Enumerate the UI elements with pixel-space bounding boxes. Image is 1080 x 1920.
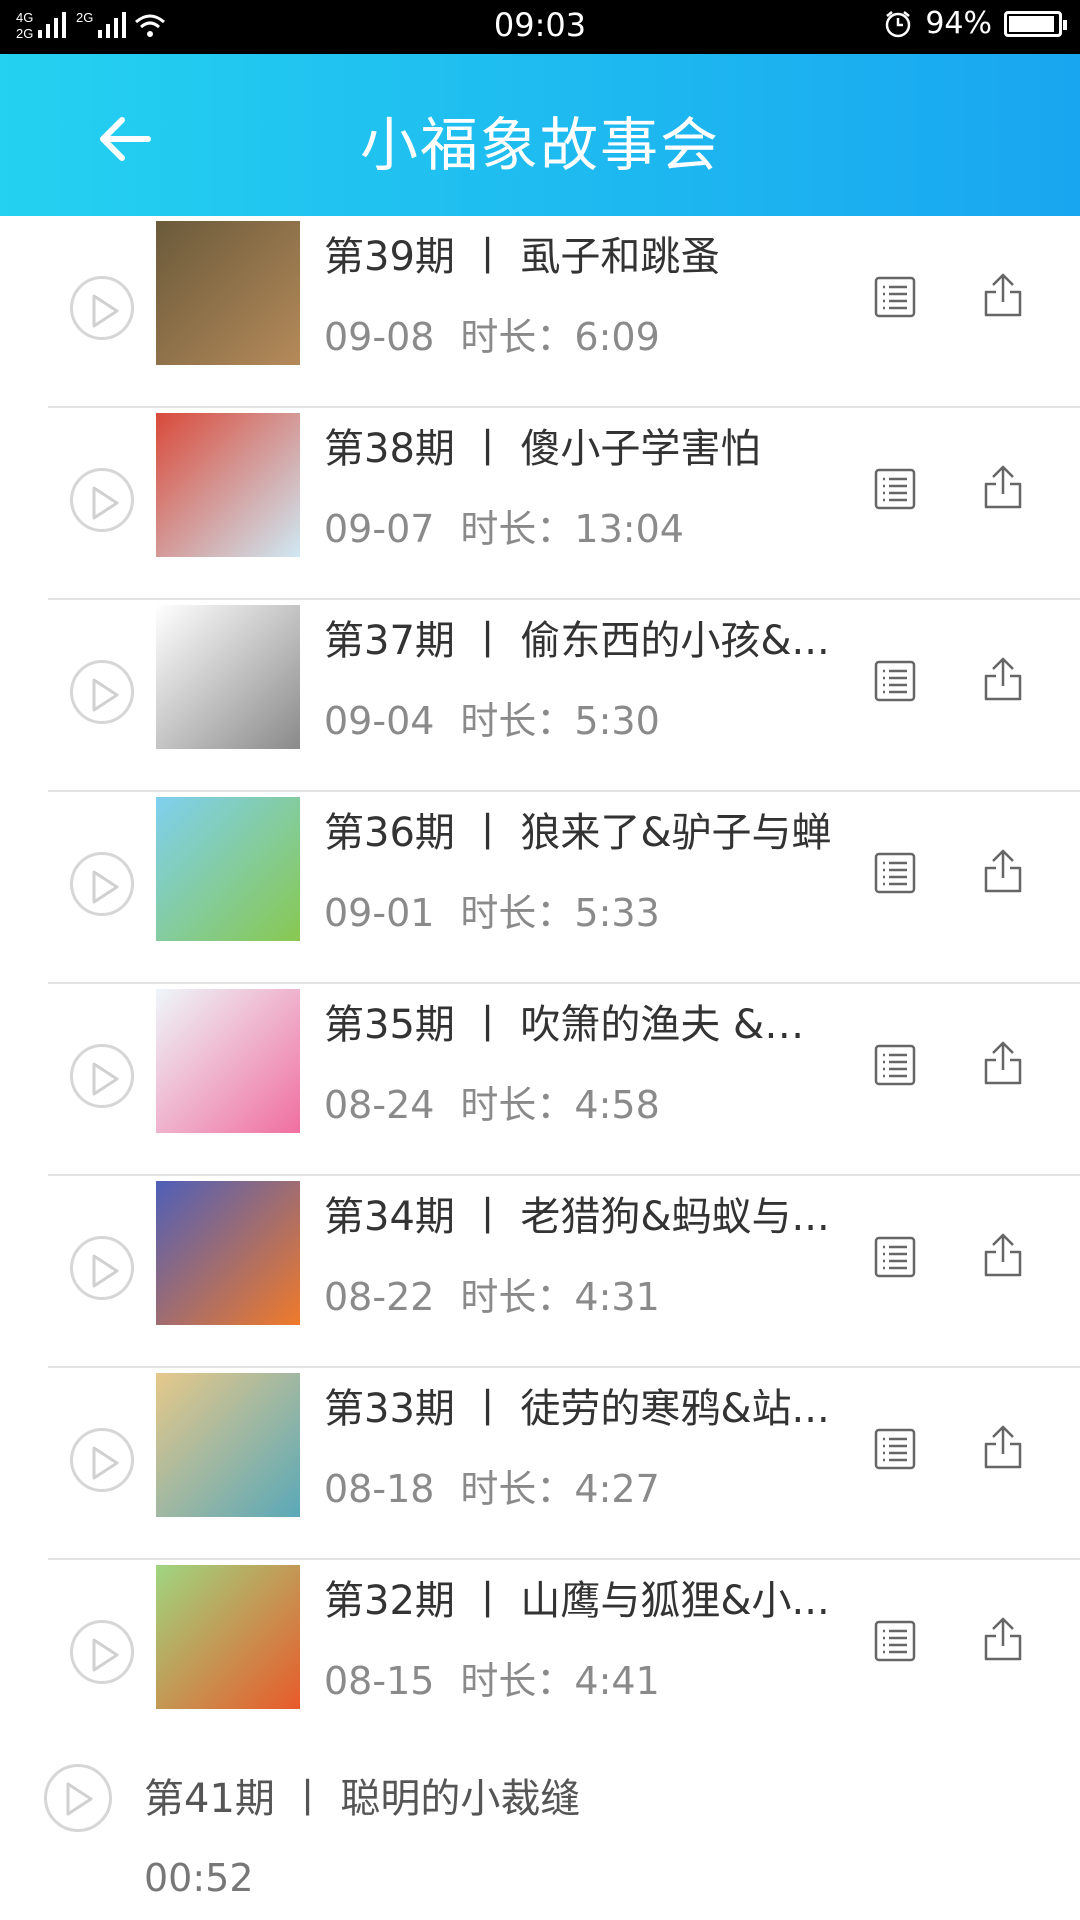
episode-title: 第37期 丨 偷东西的小孩&... [324,618,830,664]
list-icon[interactable] [874,852,916,894]
play-icon [92,1254,119,1288]
play-icon [92,294,119,328]
battery-percent: 94% [925,6,992,41]
episode-duration: 时长：4:31 [460,1275,660,1319]
episode-meta: 09-04 时长：5:30 [324,690,660,745]
episode-meta: 09-01 时长：5:33 [324,882,660,937]
page-title: 小福象故事会 [359,111,720,179]
share-icon[interactable] [982,1040,1024,1086]
episode-row[interactable]: 第33期 丨 徒劳的寒鸦&站... 08-18 时长：4:27 [0,1368,1080,1560]
episode-duration: 时长：4:27 [460,1467,660,1511]
status-bar: 4G 2G 2G 09:03 94% [0,0,1080,54]
episode-title: 第38期 丨 傻小子学害怕 [324,426,761,472]
play-button[interactable] [70,1428,134,1492]
episode-duration: 时长：4:58 [460,1083,660,1127]
play-icon [92,678,119,712]
episode-thumbnail[interactable] [156,1373,300,1517]
play-icon [92,1062,119,1096]
list-icon[interactable] [874,1236,916,1278]
list-icon[interactable] [874,1620,916,1662]
play-button[interactable] [70,660,134,724]
mini-player[interactable]: 第41期 丨 聪明的小裁缝 00:52 [0,1720,1080,1920]
episode-thumbnail[interactable] [156,605,300,749]
list-icon[interactable] [874,1428,916,1470]
episode-thumbnail[interactable] [156,221,300,365]
episode-date: 08-24 [324,1083,435,1127]
app-header: 小福象故事会 [0,54,1080,216]
play-button[interactable] [70,276,134,340]
episode-duration: 时长：6:09 [460,315,660,359]
play-button[interactable] [70,852,134,916]
episode-thumbnail[interactable] [156,1181,300,1325]
episode-thumbnail[interactable] [156,989,300,1133]
episode-date: 09-01 [324,891,435,935]
episode-row[interactable]: 第34期 丨 老猎狗&蚂蚁与... 08-22 时长：4:31 [0,1176,1080,1368]
episode-duration: 时长：5:33 [460,891,660,935]
play-icon [92,486,119,520]
episode-thumbnail[interactable] [156,413,300,557]
list-icon[interactable] [874,468,916,510]
share-icon[interactable] [982,1232,1024,1278]
list-icon[interactable] [874,1044,916,1086]
episode-thumbnail[interactable] [156,1565,300,1709]
episode-date: 08-22 [324,1275,435,1319]
episode-date: 09-08 [324,315,435,359]
play-button[interactable] [70,1044,134,1108]
episode-title: 第33期 丨 徒劳的寒鸦&站... [324,1386,830,1432]
status-right: 94% [883,6,1067,41]
play-icon [92,870,119,904]
play-button[interactable] [70,468,134,532]
play-icon [66,1782,93,1816]
episode-title: 第39期 丨 虱子和跳蚤 [324,234,721,280]
share-icon[interactable] [982,464,1024,510]
list-icon[interactable] [874,660,916,702]
episode-date: 08-18 [324,1467,435,1511]
episode-date: 09-04 [324,699,435,743]
episode-title: 第34期 丨 老猎狗&蚂蚁与... [324,1194,830,1240]
episode-title: 第32期 丨 山鹰与狐狸&小... [324,1578,830,1624]
player-play-button[interactable] [44,1764,112,1832]
episode-title: 第35期 丨 吹箫的渔夫 &人... [324,1002,834,1048]
episode-meta: 08-18 时长：4:27 [324,1458,660,1513]
episode-date: 08-15 [324,1659,435,1703]
episode-title: 第36期 丨 狼来了&驴子与蝉 [324,810,832,856]
episode-row[interactable]: 第36期 丨 狼来了&驴子与蝉 09-01 时长：5:33 [0,792,1080,984]
play-button[interactable] [70,1620,134,1684]
play-icon [92,1446,119,1480]
player-title: 第41期 丨 聪明的小裁缝 [144,1776,581,1822]
share-icon[interactable] [982,272,1024,318]
episode-meta: 08-22 时长：4:31 [324,1266,660,1321]
episode-meta: 08-24 时长：4:58 [324,1074,660,1129]
episode-row[interactable]: 第39期 丨 虱子和跳蚤 09-08 时长：6:09 [0,216,1080,408]
share-icon[interactable] [982,1424,1024,1470]
list-icon[interactable] [874,276,916,318]
episode-duration: 时长：13:04 [460,507,684,551]
share-icon[interactable] [982,1616,1024,1662]
player-position: 00:52 [144,1856,254,1900]
episode-date: 09-07 [324,507,435,551]
episode-row[interactable]: 第38期 丨 傻小子学害怕 09-07 时长：13:04 [0,408,1080,600]
episode-row[interactable]: 第37期 丨 偷东西的小孩&... 09-04 时长：5:30 [0,600,1080,792]
episode-thumbnail[interactable] [156,797,300,941]
share-icon[interactable] [982,656,1024,702]
episode-meta: 09-07 时长：13:04 [324,498,684,553]
episode-duration: 时长：4:41 [460,1659,660,1703]
play-icon [92,1638,119,1672]
episode-meta: 08-15 时长：4:41 [324,1650,660,1705]
alarm-icon [886,10,911,37]
play-button[interactable] [70,1236,134,1300]
episode-duration: 时长：5:30 [460,699,660,743]
episode-meta: 09-08 时长：6:09 [324,306,660,361]
share-icon[interactable] [982,848,1024,894]
episode-row[interactable]: 第35期 丨 吹箫的渔夫 &人... 08-24 时长：4:58 [0,984,1080,1176]
battery-icon [1004,10,1067,37]
